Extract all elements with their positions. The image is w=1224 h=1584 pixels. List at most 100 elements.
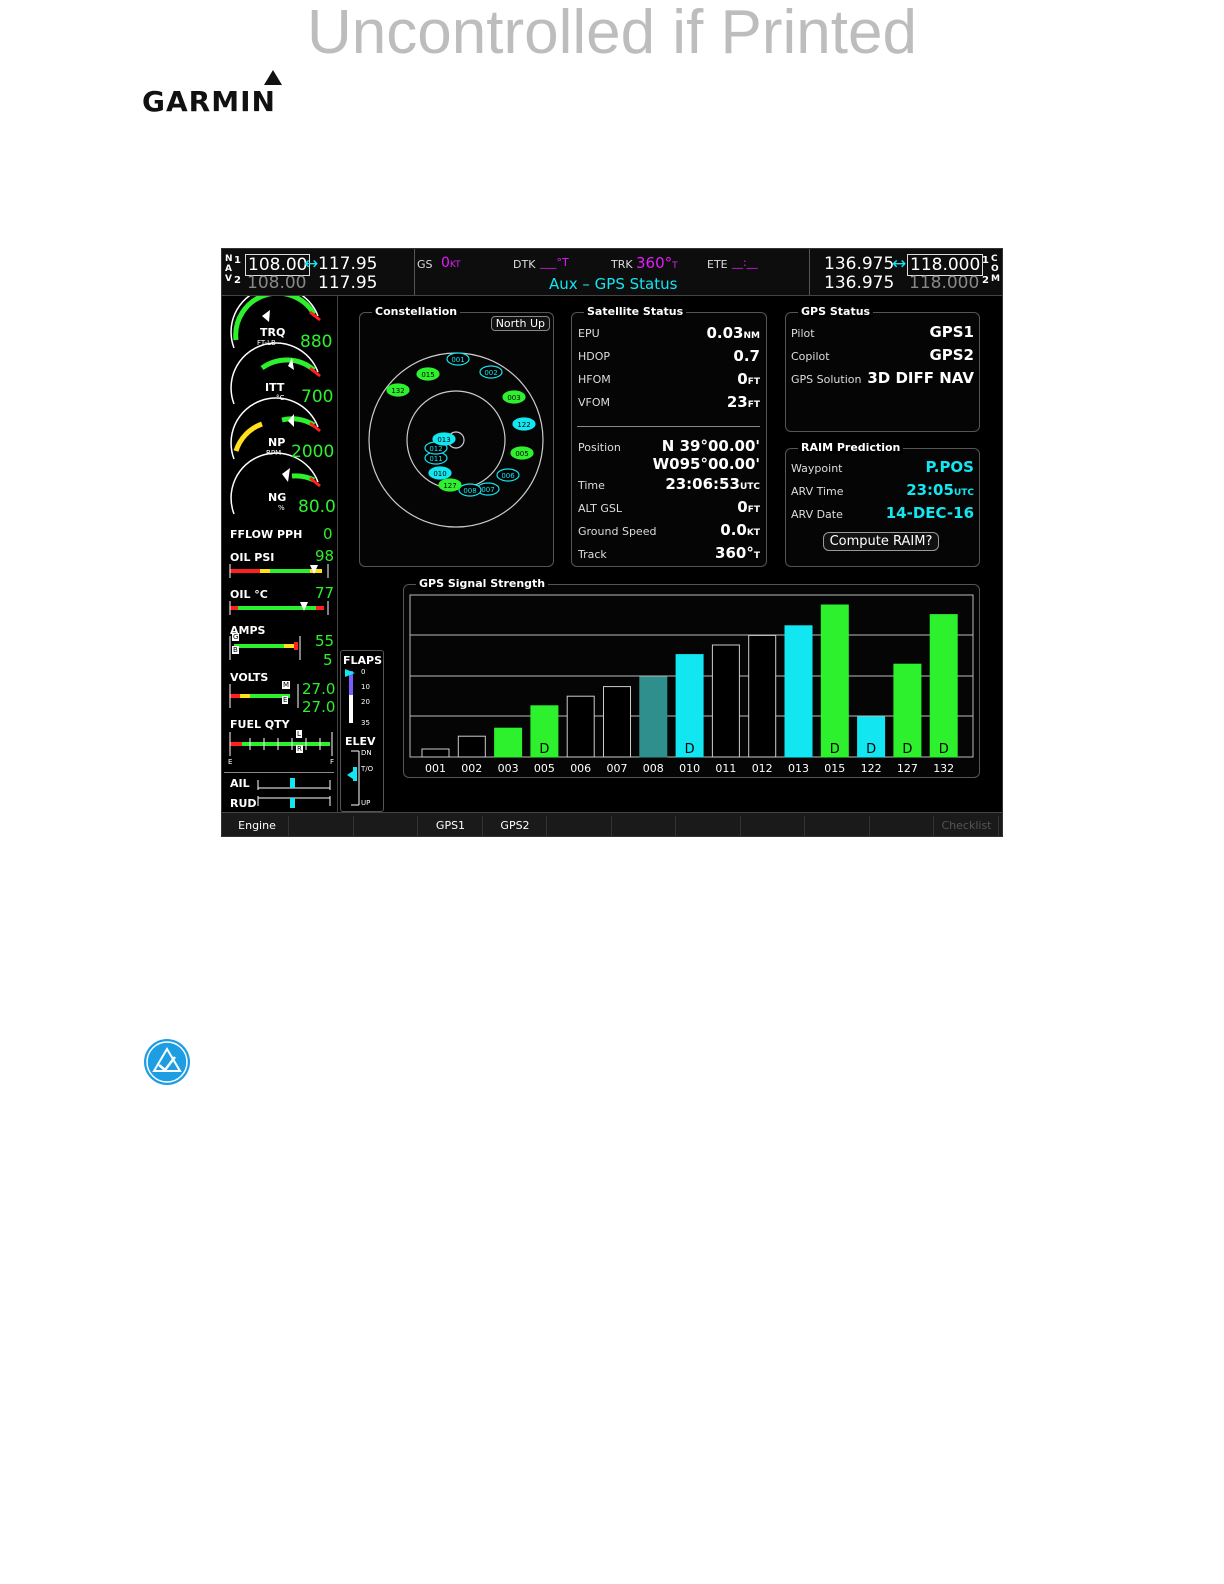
satellite-008: 008 <box>458 483 482 497</box>
satellite-013: 013 <box>432 432 456 446</box>
ail-label: AIL <box>230 777 250 790</box>
swap-arrow-icon[interactable]: ↔ <box>304 254 318 274</box>
softkey-engine[interactable]: Engine <box>226 816 289 836</box>
epu-unit: NM <box>743 331 761 341</box>
softkey-blank-9[interactable] <box>807 816 870 836</box>
dtk-label: DTK <box>513 258 536 271</box>
np-unit: RPM <box>266 449 282 457</box>
satellite-003: 003 <box>502 390 526 404</box>
pilot-label: Pilot <box>791 327 815 340</box>
gps-solution-value: 3D DIFF NAV <box>867 369 974 387</box>
satellite-label: 012 <box>429 445 442 453</box>
com-letter-o: O <box>991 264 999 274</box>
softkey-gps1[interactable]: GPS1 <box>420 816 483 836</box>
signal-strength-chart: 001 002 003 D 005 006 007 008 D 010 011 012 013 D 015 D… <box>409 594 974 775</box>
swap-arrow-icon[interactable]: ↔ <box>892 254 906 274</box>
hfom-value: 0FT <box>737 370 760 388</box>
alt-gsl-value: 0FT <box>737 498 760 516</box>
satellite-132: 132 <box>386 383 410 397</box>
satellite-label: 001 <box>451 356 464 364</box>
com2-standby-freq[interactable]: 136.975 <box>824 273 894 293</box>
softkey-indicator <box>438 836 464 837</box>
elev-trim-indicator <box>347 750 360 806</box>
differential-label: D <box>939 742 949 757</box>
signal-bar-132 <box>929 614 958 758</box>
softkey-blank-5[interactable] <box>549 816 612 836</box>
softkey-blank-10[interactable] <box>871 816 934 836</box>
compute-raim-button[interactable]: Compute RAIM? <box>823 532 939 551</box>
satellite-label: 127 <box>443 482 456 490</box>
track-number: 360° <box>715 544 754 562</box>
top-bar: N A V 1 2 108.00 ↔ 117.95 108.00 117.95 … <box>222 249 1002 296</box>
softkey-blank-2[interactable] <box>355 816 418 836</box>
com1-standby-freq[interactable]: 136.975 <box>824 254 894 274</box>
signal-tick-label-002: 002 <box>461 762 482 775</box>
vfom-value: 23FT <box>727 393 760 411</box>
satellite-001: 001 <box>446 352 470 366</box>
softkey-blank-1[interactable] <box>291 816 354 836</box>
nav1-standby-freq[interactable]: 117.95 <box>318 254 377 274</box>
softkey-blank-8[interactable] <box>742 816 805 836</box>
differential-label: D <box>830 742 840 757</box>
softkey-checklist[interactable]: Checklist <box>936 816 999 836</box>
com-letter-m: M <box>991 274 1000 284</box>
volts-bar <box>229 684 299 708</box>
softkey-gps2[interactable]: GPS2 <box>484 816 547 836</box>
nav2-active-freq[interactable]: 108.00 <box>247 273 306 293</box>
softkey-blank-7[interactable] <box>678 816 741 836</box>
signal-tick-label-015: 015 <box>824 762 845 775</box>
gs-value: 0KT <box>441 255 461 271</box>
elev-tick-to: T/O <box>361 765 374 773</box>
softkey-blank-6[interactable] <box>613 816 676 836</box>
trk-label: TRK <box>611 258 633 271</box>
alt-unit: FT <box>747 505 760 515</box>
signal-tick-label-013: 013 <box>788 762 809 775</box>
fuel-marker-l: L <box>296 730 302 738</box>
signal-bar-007 <box>603 686 631 758</box>
com2-active-freq[interactable]: 118.000 <box>909 273 979 293</box>
raim-waypoint-value[interactable]: P.POS <box>926 458 975 476</box>
differential-label: D <box>685 742 695 757</box>
nav2-standby-freq[interactable]: 117.95 <box>318 273 377 293</box>
fuel-bar <box>229 732 333 756</box>
constellation-view: 001 002 003 005 006 007 008 010 011 012013 015 122 1… <box>368 352 544 528</box>
satellite-127: 127 <box>438 478 462 492</box>
satellite-002: 002 <box>479 365 503 379</box>
fuel-full-label: F <box>330 758 335 766</box>
signal-tick-label-007: 007 <box>607 762 628 775</box>
logo-text: GARMIN <box>142 85 276 118</box>
signal-bar-015 <box>820 604 849 758</box>
signal-bar-002 <box>457 735 486 758</box>
copilot-label: Copilot <box>791 350 830 363</box>
raim-arv-time-value[interactable]: 23:05UTC <box>906 481 974 499</box>
satellite-122: 122 <box>512 417 536 431</box>
engine-strip: TRQ FT-LB 880 ITT °C 700 NP RPM 2000 NG … <box>222 296 338 812</box>
signal-bar-003 <box>494 727 523 758</box>
fflow-label: FFLOW PPH <box>230 528 303 541</box>
nav-label: N A V <box>225 254 233 284</box>
amps-marker-b: B <box>232 646 239 654</box>
alt-gsl-label: ALT GSL <box>578 502 622 515</box>
amps-value-2: 5 <box>323 651 333 669</box>
signal-bar-012 <box>748 634 777 758</box>
raim-arv-date-value[interactable]: 14-DEC-16 <box>886 504 974 522</box>
gps-status-title: GPS Status <box>798 305 874 318</box>
signal-bar-013 <box>784 625 813 758</box>
pilot-value: GPS1 <box>929 323 974 341</box>
note-icon <box>144 1039 190 1085</box>
time-label: Time <box>578 479 605 492</box>
hfom-label: HFOM <box>578 373 611 386</box>
copilot-value: GPS2 <box>929 346 974 364</box>
signal-bar-011 <box>711 644 740 758</box>
ete-value: __:__ <box>732 256 758 269</box>
differential-label: D <box>539 742 549 757</box>
signal-tick-label-003: 003 <box>498 762 519 775</box>
position-label: Position <box>578 441 621 454</box>
epu-number: 0.03 <box>706 324 744 342</box>
fuel-marker-r: R <box>296 745 303 753</box>
raim-waypoint-label: Waypoint <box>791 462 843 475</box>
satellite-label: 008 <box>463 487 476 495</box>
nav-letter-v: V <box>225 274 232 284</box>
gps-signal-strength-panel: GPS Signal Strength 001 002 003 D 005 006 007 0… <box>403 577 980 778</box>
raim-arv-time-label: ARV Time <box>791 485 844 498</box>
